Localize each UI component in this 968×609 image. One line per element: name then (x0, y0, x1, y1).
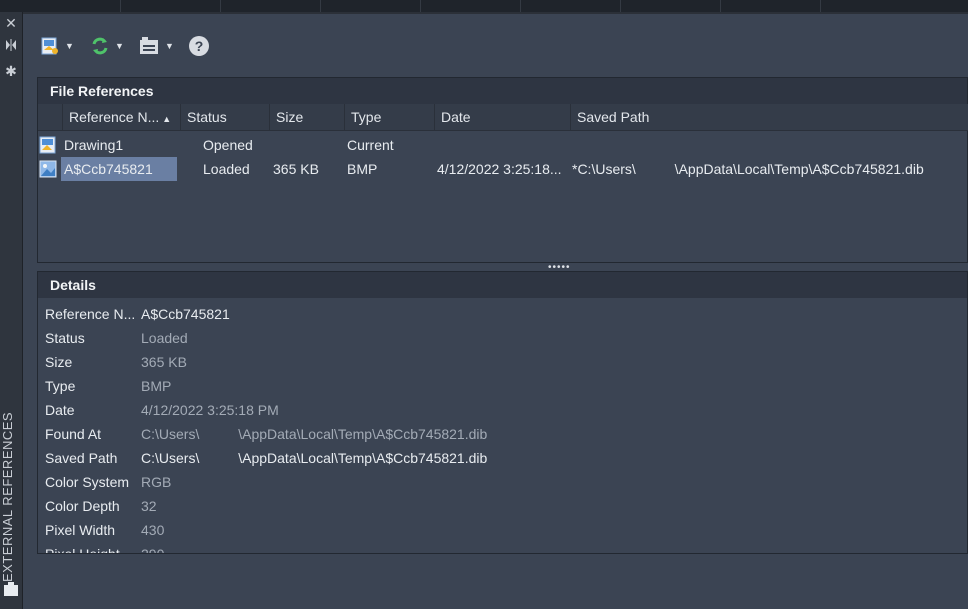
detail-row: Found At C:\Users\ \AppData\Local\Temp\A… (38, 422, 967, 446)
refresh-button[interactable]: ▼ (90, 32, 124, 60)
detail-label: Found At (45, 426, 102, 442)
drawing-file-icon (39, 136, 56, 154)
detail-value: C:\Users\ \AppData\Local\Temp\A$Ccb74582… (141, 426, 488, 442)
details-header: Details (38, 272, 967, 298)
detail-label: Reference N... (45, 306, 136, 322)
sort-ascending-icon: ▲ (162, 114, 172, 124)
detail-row: Reference N... A$Ccb745821 (38, 302, 967, 326)
top-strip (0, 0, 968, 12)
row-type: Current (347, 137, 394, 153)
file-references-pane: File References Reference N... ▲ Status S… (37, 77, 968, 263)
detail-value: BMP (141, 378, 172, 394)
chevron-down-icon[interactable]: ▼ (115, 41, 124, 51)
column-reference-name[interactable]: Reference N... ▲ (63, 104, 181, 130)
row-type: BMP (347, 161, 378, 177)
row-name-selected: A$Ccb745821 (61, 157, 177, 181)
refresh-icon (92, 37, 108, 55)
detail-row: Status Loaded (38, 326, 967, 350)
detail-value: 4/12/2022 3:25:18 PM (141, 402, 279, 418)
detail-row: Size 365 KB (38, 350, 967, 374)
row-name: Drawing1 (64, 137, 124, 153)
pane-splitter[interactable]: ••••• (37, 263, 968, 273)
chevron-down-icon[interactable]: ▼ (165, 41, 174, 51)
attach-button[interactable]: ▼ (40, 32, 74, 60)
file-references-header: File References (38, 78, 967, 104)
detail-row: Saved Path C:\Users\ \AppData\Local\Temp… (38, 446, 967, 470)
detail-value: 365 KB (141, 354, 187, 370)
detail-row: Pixel Height 290 (38, 542, 967, 554)
details-pane: Details Reference N... A$Ccb745821 Statu… (37, 271, 968, 554)
column-status[interactable]: Status (181, 104, 270, 130)
column-headers: Reference N... ▲ Status Size Type Date Sa… (38, 104, 968, 131)
clipboard-icon (4, 582, 18, 596)
row-status: Opened (203, 137, 253, 153)
settings-gear-icon[interactable]: ✱ (2, 62, 20, 80)
table-row[interactable]: Drawing1 Opened Current (38, 133, 967, 157)
detail-value: 430 (141, 522, 165, 538)
close-icon[interactable]: ✕ (2, 14, 20, 32)
change-path-button[interactable]: ▼ (138, 32, 174, 60)
row-size: 365 KB (273, 161, 319, 177)
detail-value[interactable]: A$Ccb745821 (141, 302, 230, 326)
column-saved-path[interactable]: Saved Path (571, 104, 967, 130)
palette-title: EXTERNAL REFERENCES (0, 411, 15, 582)
detail-label: Pixel Height (45, 546, 120, 554)
change-path-icon (140, 37, 158, 54)
detail-label: Type (45, 378, 76, 394)
help-button[interactable]: ? (189, 32, 209, 60)
detail-label: Status (45, 330, 85, 346)
external-references-palette: ▼ ▼ ▼ ? File References Reference N... ▲… (23, 14, 968, 609)
detail-value: 32 (141, 498, 157, 514)
detail-label: Size (45, 354, 73, 370)
detail-label: Color System (45, 474, 130, 490)
detail-row: Pixel Width 430 (38, 518, 967, 542)
detail-value: Loaded (141, 330, 188, 346)
row-date: 4/12/2022 3:25:18... (437, 161, 562, 177)
detail-row: Type BMP (38, 374, 967, 398)
detail-value[interactable]: C:\Users\ \AppData\Local\Temp\A$Ccb74582… (141, 446, 487, 470)
detail-row: Date 4/12/2022 3:25:18 PM (38, 398, 967, 422)
detail-value: RGB (141, 474, 172, 490)
column-icon[interactable] (38, 104, 63, 130)
detail-row: Color Depth 32 (38, 494, 967, 518)
table-row[interactable]: A$Ccb745821 Loaded 365 KB BMP 4/12/2022 … (38, 157, 967, 181)
detail-label: Color Depth (45, 498, 120, 514)
detail-value: 290 (141, 546, 165, 554)
detail-label: Saved Path (45, 450, 118, 466)
detail-row: Color System RGB (38, 470, 967, 494)
raster-image-icon (39, 160, 57, 178)
column-size[interactable]: Size (270, 104, 345, 130)
detail-label: Date (45, 402, 75, 418)
row-saved-path: *C:\Users\ \AppData\Local\Temp\A$Ccb7458… (572, 161, 924, 177)
collapse-icon[interactable] (2, 38, 20, 56)
row-status: Loaded (203, 161, 250, 177)
detail-label: Pixel Width (45, 522, 116, 538)
toolbar: ▼ ▼ ▼ ? (23, 32, 323, 60)
column-date[interactable]: Date (435, 104, 571, 130)
help-icon: ? (189, 36, 209, 56)
chevron-down-icon[interactable]: ▼ (65, 41, 74, 51)
palette-title-bar: ✕ ✱ EXTERNAL REFERENCES (0, 12, 23, 609)
column-type[interactable]: Type (345, 104, 435, 130)
attach-dwg-icon (41, 37, 58, 55)
